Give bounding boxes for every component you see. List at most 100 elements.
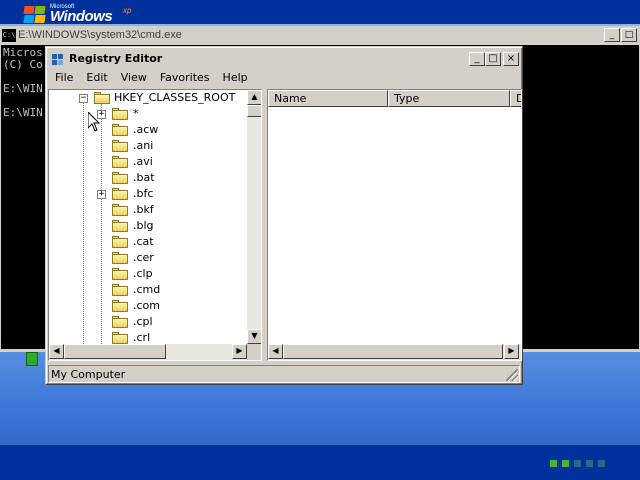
scroll-up-icon[interactable]: ▲: [247, 90, 261, 105]
status-path: My Computer: [51, 368, 126, 381]
folder-icon: [112, 316, 128, 328]
menu-view[interactable]: View: [115, 69, 154, 87]
menu-favorites[interactable]: Favorites: [154, 69, 217, 87]
progress-dot: [562, 460, 569, 467]
tree-node[interactable]: .bat: [49, 170, 247, 186]
tree-node[interactable]: .bkf: [49, 202, 247, 218]
progress-dot: [586, 460, 593, 467]
tree-node-label: .acw: [133, 123, 159, 136]
tree-viewport: − HKEY_CLASSES_ROOT + * .acw .ani .avi .…: [49, 90, 247, 344]
folder-icon: [112, 140, 128, 152]
tree-node[interactable]: .cer: [49, 250, 247, 266]
list-horizontal-scrollbar[interactable]: ◀ ▶: [268, 344, 521, 360]
scroll-right-icon[interactable]: ▶: [232, 344, 247, 359]
tree-node[interactable]: + *: [49, 106, 247, 122]
tree-node[interactable]: .cat: [49, 234, 247, 250]
menu-file[interactable]: File: [49, 69, 80, 87]
tree-node-label: .cmd: [133, 283, 161, 296]
tree-node-label: HKEY_CLASSES_ROOT: [114, 91, 236, 104]
cmd-maximize-button[interactable]: □: [621, 28, 637, 42]
tree-node-label: .bat: [133, 171, 155, 184]
registry-editor-window[interactable]: Registry Editor _ □ × File Edit View Fav…: [45, 46, 523, 385]
scroll-left-icon[interactable]: ◀: [49, 344, 64, 359]
cmd-output: Micros (C) Co E:\WIN E:\WIN: [3, 47, 43, 119]
folder-icon: [112, 284, 128, 296]
taskbar-status-icon: [26, 352, 38, 366]
tree-node[interactable]: .avi: [49, 154, 247, 170]
tree-node-label: .blg: [133, 219, 154, 232]
tree-node-label: .crl: [133, 331, 151, 344]
tree-node-label: .cer: [133, 251, 154, 264]
tree-node-label: .cat: [133, 235, 154, 248]
scroll-corner: [247, 344, 261, 360]
tree-node[interactable]: .cpl: [49, 314, 247, 330]
tree-node[interactable]: .com: [49, 298, 247, 314]
folder-icon: [112, 300, 128, 312]
tree-node-label: .avi: [133, 155, 153, 168]
setup-progress-indicator: [550, 460, 605, 467]
folder-icon: [112, 172, 128, 184]
tree-node-label: *: [133, 107, 139, 120]
regedit-title-bar[interactable]: Registry Editor _ □ ×: [49, 50, 519, 68]
cmd-line: E:\WIN: [3, 106, 43, 119]
tree-node-label: .bkf: [133, 203, 154, 216]
tree-vertical-scrollbar[interactable]: ▲ ▼: [247, 90, 261, 344]
folder-icon: [112, 204, 128, 216]
setup-footer: [0, 445, 640, 480]
scroll-thumb[interactable]: [64, 344, 166, 359]
tree-horizontal-scrollbar[interactable]: ◀ ▶: [49, 344, 247, 360]
key-tree-pane[interactable]: − HKEY_CLASSES_ROOT + * .acw .ani .avi .…: [48, 89, 262, 361]
column-header-type[interactable]: Type: [388, 90, 510, 107]
close-button[interactable]: ×: [503, 52, 519, 66]
maximize-button[interactable]: □: [485, 52, 501, 66]
regedit-app-icon: [51, 52, 65, 66]
scroll-down-icon[interactable]: ▼: [247, 329, 261, 344]
collapse-icon[interactable]: −: [79, 94, 88, 103]
cmd-title-bar[interactable]: C:\ E:\WINDOWS\system32\cmd.exe _ □: [1, 27, 639, 45]
menu-edit[interactable]: Edit: [80, 69, 114, 87]
minimize-button[interactable]: _: [469, 52, 485, 66]
values-list-pane[interactable]: Name Type Data ◀ ▶: [267, 89, 522, 361]
folder-open-icon: [94, 92, 110, 104]
scroll-thumb[interactable]: [247, 105, 261, 117]
scroll-right-icon[interactable]: ▶: [504, 344, 519, 359]
tree-node[interactable]: .clp: [49, 266, 247, 282]
tree-node-label: .com: [133, 299, 160, 312]
folder-icon: [112, 188, 128, 200]
tree-node-root[interactable]: − HKEY_CLASSES_ROOT: [49, 90, 247, 106]
expand-icon[interactable]: +: [97, 190, 106, 199]
folder-icon: [112, 268, 128, 280]
column-header-data[interactable]: Data: [510, 90, 521, 107]
tree-node[interactable]: + .bfc: [49, 186, 247, 202]
folder-icon: [112, 124, 128, 136]
status-bar: My Computer: [48, 365, 520, 383]
tree-node[interactable]: .crl: [49, 330, 247, 344]
tree-node-label: .bfc: [133, 187, 154, 200]
tree-node[interactable]: .ani: [49, 138, 247, 154]
progress-dot: [598, 460, 605, 467]
folder-icon: [112, 332, 128, 344]
tree-node[interactable]: .blg: [49, 218, 247, 234]
folder-icon: [112, 252, 128, 264]
cmd-title: E:\WINDOWS\system32\cmd.exe: [18, 29, 182, 41]
logo-windows-text: Windows: [50, 8, 113, 25]
folder-icon: [112, 156, 128, 168]
tree-node[interactable]: .acw: [49, 122, 247, 138]
regedit-title: Registry Editor: [69, 52, 163, 65]
cmd-icon: C:\: [2, 29, 16, 42]
resize-grip-icon[interactable]: [506, 369, 518, 381]
tree-node[interactable]: .cmd: [49, 282, 247, 298]
mouse-cursor-icon: [88, 112, 100, 132]
folder-icon: [112, 108, 128, 120]
scroll-thumb[interactable]: [283, 344, 503, 359]
tree-node-label: .cpl: [133, 315, 153, 328]
menu-help[interactable]: Help: [217, 69, 255, 87]
folder-icon: [112, 236, 128, 248]
scroll-left-icon[interactable]: ◀: [268, 344, 283, 359]
progress-dot: [550, 460, 557, 467]
tree-node-label: .ani: [133, 139, 154, 152]
menu-bar: File Edit View Favorites Help: [49, 69, 519, 87]
cmd-minimize-button[interactable]: _: [604, 28, 620, 42]
column-header-name[interactable]: Name: [268, 90, 388, 107]
folder-icon: [112, 220, 128, 232]
